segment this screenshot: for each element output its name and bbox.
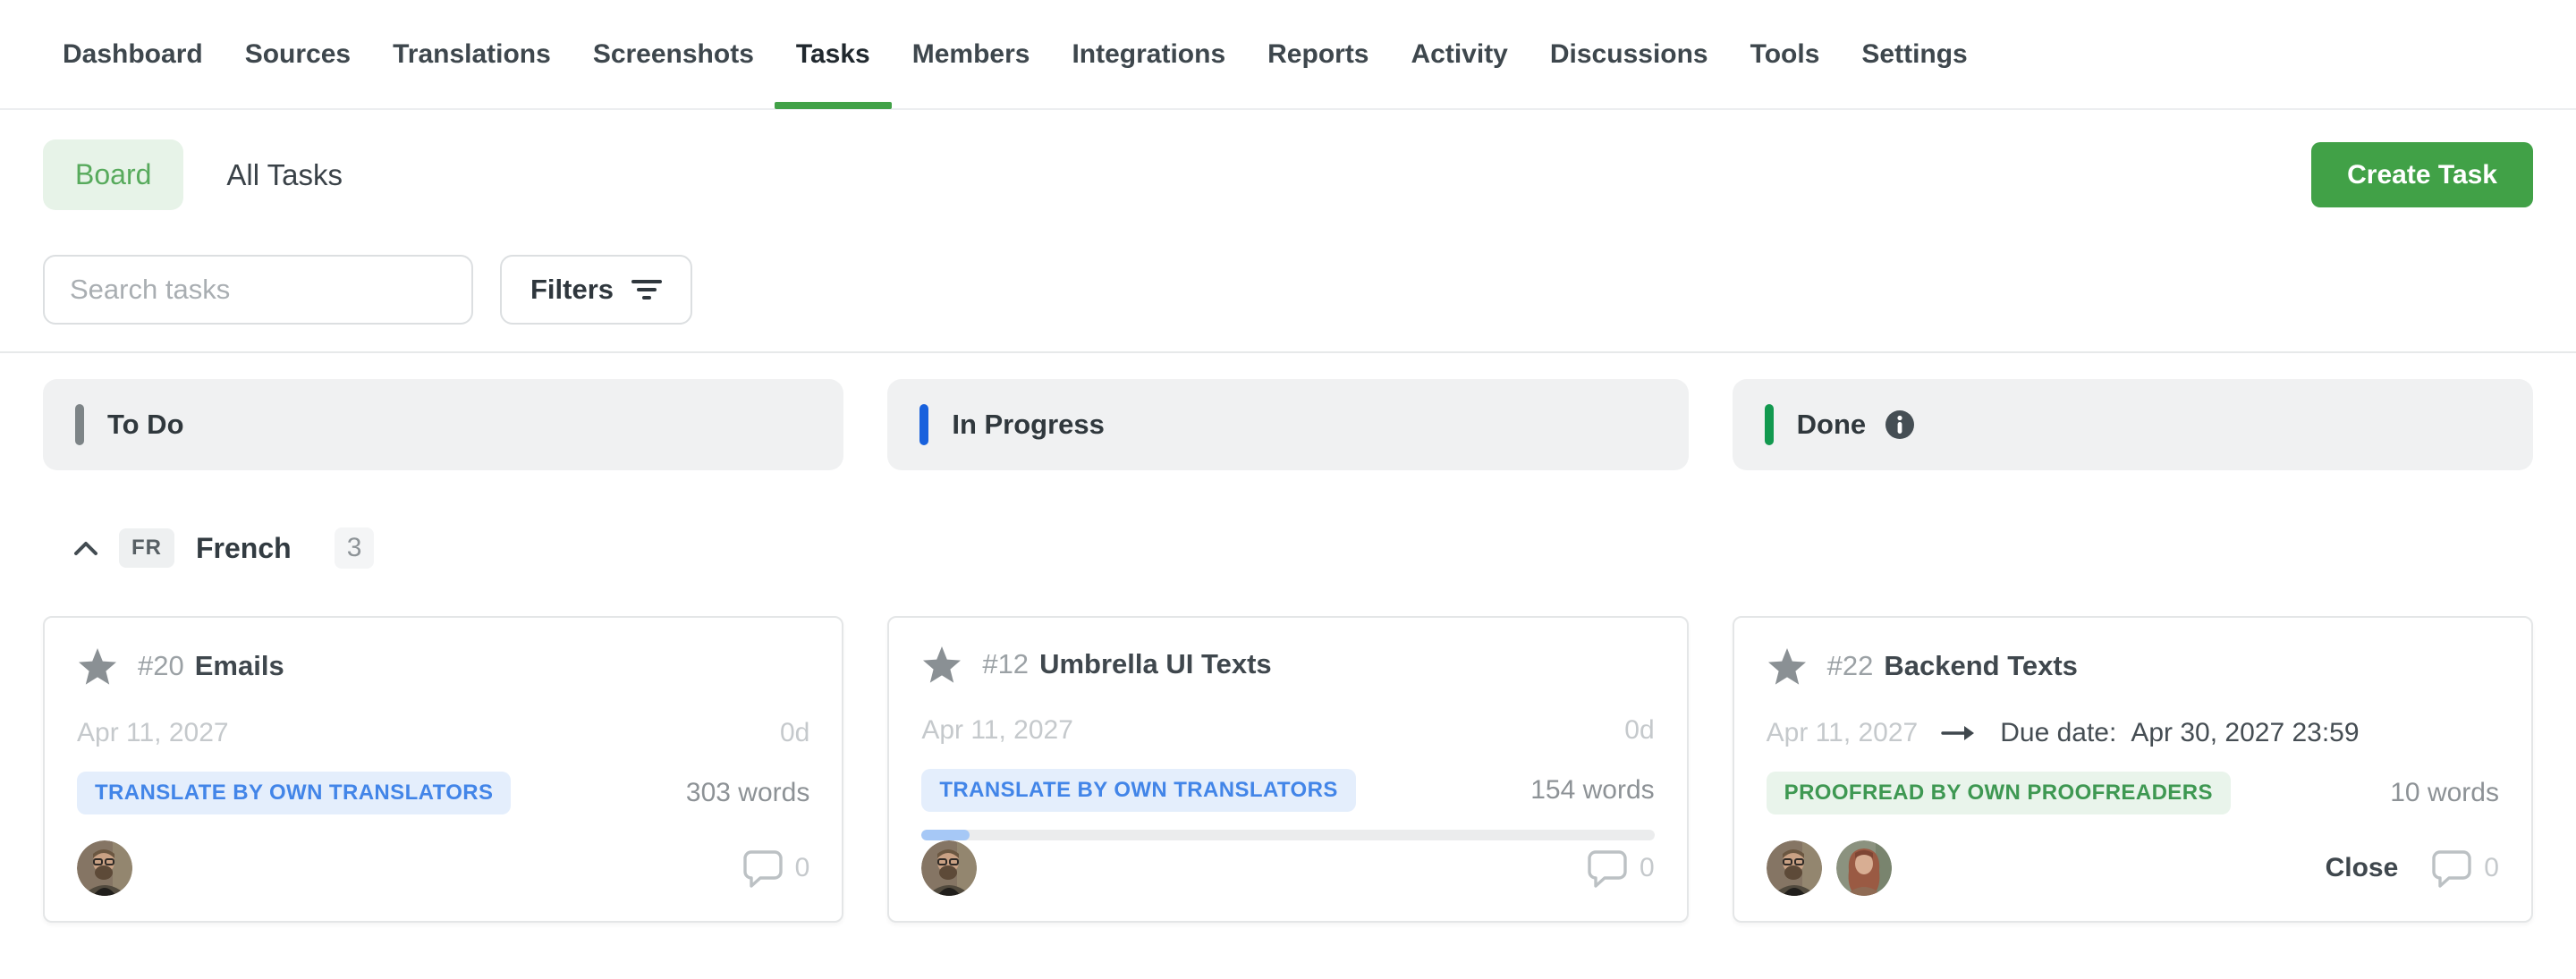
close-task-button[interactable]: Close	[2326, 853, 2399, 883]
word-count: 303 words	[686, 778, 809, 808]
nav-item-discussions[interactable]: Discussions	[1550, 0, 1708, 109]
task-id: #20	[138, 650, 184, 682]
star-icon[interactable]	[1767, 646, 1808, 687]
comments-control[interactable]: 0	[741, 848, 810, 889]
todo-status-pill	[75, 404, 84, 445]
comment-count: 0	[2484, 853, 2499, 883]
column-label: Done	[1797, 409, 1867, 441]
card-title-row: #22 Backend Texts	[1767, 641, 2499, 691]
filters-label: Filters	[530, 274, 614, 306]
card-date-row: Apr 11, 2027 0d	[921, 715, 1654, 746]
card-footer-row: Close 0	[1767, 840, 2499, 896]
card-title-row: #20 Emails	[77, 641, 809, 691]
nav-item-sources[interactable]: Sources	[245, 0, 351, 109]
task-date: Apr 11, 2027	[77, 718, 229, 748]
view-tabs: Board All Tasks	[43, 139, 343, 210]
comment-icon	[741, 848, 783, 889]
nav-item-tasks[interactable]: Tasks	[796, 0, 870, 109]
section-divider	[0, 351, 2576, 353]
task-type-badge: PROOFREAD BY OWN PROOFREADERS	[1767, 772, 2231, 814]
comments-control[interactable]: 0	[1586, 848, 1655, 889]
language-code-badge: FR	[119, 528, 174, 568]
task-title: Emails	[195, 650, 284, 682]
due-date-value: Apr 30, 2027 23:59	[2131, 718, 2359, 748]
comment-count: 0	[1640, 853, 1655, 883]
language-group-header: FR French 3	[72, 527, 2533, 569]
toolbar-row: Board All Tasks Create Task	[43, 139, 2533, 210]
card-footer-row: 0	[921, 840, 1654, 896]
task-type-badge: TRANSLATE BY OWN TRANSLATORS	[921, 769, 1355, 812]
column-label: To Do	[107, 409, 184, 441]
create-task-button[interactable]: Create Task	[2311, 142, 2533, 207]
info-icon[interactable]	[1884, 409, 1916, 441]
progress-fill	[921, 830, 969, 840]
search-row: Filters	[43, 255, 2533, 325]
assignee-avatars	[77, 840, 132, 896]
filter-icon	[631, 276, 662, 303]
task-id: #12	[982, 648, 1029, 680]
progress-bar	[921, 830, 1654, 840]
word-count: 10 words	[2390, 778, 2499, 808]
search-input[interactable]	[43, 255, 473, 325]
done-status-pill	[1765, 404, 1774, 445]
star-icon[interactable]	[921, 645, 962, 685]
task-title: Backend Texts	[1884, 650, 2078, 682]
nav-item-members[interactable]: Members	[912, 0, 1030, 109]
comment-icon	[1586, 848, 1627, 889]
card-badge-row: TRANSLATE BY OWN TRANSLATORS 303 words	[77, 772, 809, 814]
man-avatar	[77, 840, 132, 896]
task-date: Apr 11, 2027	[1767, 718, 1919, 748]
due-date-label: Due date:	[2000, 718, 2116, 748]
chevron-up-icon[interactable]	[72, 539, 99, 557]
comments-control[interactable]: 0	[2430, 848, 2499, 889]
card-date-row: Apr 11, 2027 0d	[77, 718, 809, 748]
task-duration: 0d	[780, 718, 809, 748]
comment-icon	[2430, 848, 2471, 889]
column-header-done: Done	[1733, 379, 2533, 470]
task-card-umbrella-ui-texts[interactable]: #12 Umbrella UI Texts Apr 11, 2027 0d TR…	[887, 616, 1688, 923]
task-type-badge: TRANSLATE BY OWN TRANSLATORS	[77, 772, 511, 814]
filters-button[interactable]: Filters	[500, 255, 692, 325]
in-progress-status-pill	[919, 404, 928, 445]
nav-item-settings[interactable]: Settings	[1861, 0, 1967, 109]
task-id: #22	[1827, 650, 1874, 682]
tab-all-tasks[interactable]: All Tasks	[226, 158, 343, 192]
arrow-right-icon	[1941, 723, 1977, 743]
nav-item-tools[interactable]: Tools	[1750, 0, 1820, 109]
task-card-emails[interactable]: #20 Emails Apr 11, 2027 0d TRANSLATE BY …	[43, 616, 843, 923]
card-footer-row: 0	[77, 840, 809, 896]
column-header-todo: To Do	[43, 379, 843, 470]
woman-avatar	[1836, 840, 1892, 896]
column-label: In Progress	[952, 409, 1105, 441]
man-avatar	[921, 840, 977, 896]
card-date-row: Apr 11, 2027 Due date: Apr 30, 2027 23:5…	[1767, 718, 2499, 748]
assignee-avatars	[1767, 840, 1892, 896]
star-icon[interactable]	[77, 646, 118, 687]
task-card-backend-texts[interactable]: #22 Backend Texts Apr 11, 2027 Due date:…	[1733, 616, 2533, 923]
card-title-row: #12 Umbrella UI Texts	[921, 641, 1654, 688]
nav-item-dashboard[interactable]: Dashboard	[63, 0, 203, 109]
task-title: Umbrella UI Texts	[1039, 648, 1272, 680]
nav-item-reports[interactable]: Reports	[1267, 0, 1368, 109]
nav-item-activity[interactable]: Activity	[1411, 0, 1508, 109]
comment-count: 0	[795, 853, 810, 883]
task-duration: 0d	[1624, 715, 1654, 746]
task-count-badge: 3	[335, 527, 375, 569]
nav-item-screenshots[interactable]: Screenshots	[593, 0, 754, 109]
task-date: Apr 11, 2027	[921, 715, 1073, 746]
task-cards-row: #20 Emails Apr 11, 2027 0d TRANSLATE BY …	[43, 616, 2533, 923]
column-header-in-progress: In Progress	[887, 379, 1688, 470]
language-name: French	[196, 532, 292, 565]
assignee-avatars	[921, 840, 977, 896]
nav-item-integrations[interactable]: Integrations	[1072, 0, 1225, 109]
word-count: 154 words	[1530, 775, 1654, 806]
tab-board[interactable]: Board	[43, 139, 183, 210]
card-badge-row: PROOFREAD BY OWN PROOFREADERS 10 words	[1767, 772, 2499, 814]
nav-item-translations[interactable]: Translations	[393, 0, 551, 109]
board-column-headers: To Do In Progress Done	[43, 379, 2533, 470]
man-avatar	[1767, 840, 1822, 896]
tasks-board-page: Dashboard Sources Translations Screensho…	[0, 0, 2576, 979]
card-badge-row: TRANSLATE BY OWN TRANSLATORS 154 words	[921, 769, 1654, 812]
top-navigation: Dashboard Sources Translations Screensho…	[0, 0, 2576, 110]
